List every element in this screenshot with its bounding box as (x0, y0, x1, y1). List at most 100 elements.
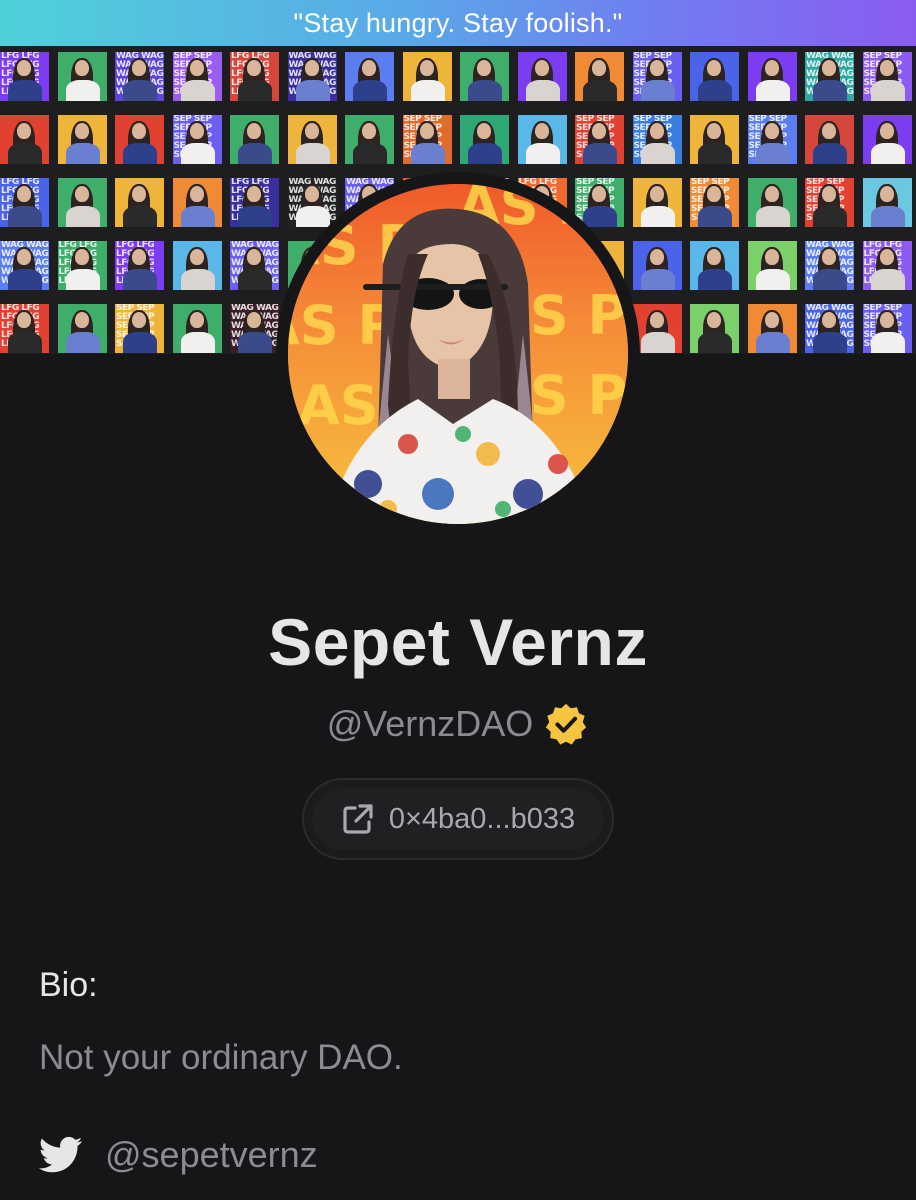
nft-tile: SEP SEP SEP SEP SEP SEP SEP SEP SEP SEP (862, 304, 912, 353)
bio-label: Bio: (39, 966, 98, 1004)
avatar-ring: AS PE AS PE AS PE AS PE AS PE AS PE (276, 172, 640, 536)
nft-tile-face (534, 60, 549, 76)
nft-tile-body (640, 80, 675, 101)
nft-tile-face (17, 60, 31, 76)
nft-tile-body (238, 332, 272, 353)
nft-tile-face (74, 312, 89, 328)
nft-tile-body (525, 80, 560, 101)
nft-tile-body (525, 143, 560, 164)
nft-tile-body (640, 143, 675, 164)
nft-tile-face (649, 123, 664, 139)
avatar-image: AS PE AS PE AS PE AS PE AS PE AS PE (288, 184, 628, 524)
nft-tile-face (132, 123, 146, 139)
nft-tile-face (132, 249, 146, 265)
display-name: Sepet Vernz (268, 605, 648, 679)
avatar[interactable]: AS PE AS PE AS PE AS PE AS PE AS PE (288, 184, 628, 524)
nft-tile: LFG LFG LFG LFG LFG LFG LFG LFG LFG LFG (230, 52, 279, 101)
nft-tile: LFG LFG LFG LFG LFG LFG LFG LFG LFG LFG (57, 241, 107, 290)
twitter-link[interactable]: @sepetvernz (39, 1130, 318, 1180)
nft-tile-face (132, 60, 146, 76)
nft-tile (862, 115, 912, 164)
nft-tile-body (870, 80, 905, 101)
nft-tile-face (879, 186, 894, 202)
nft-tile-body (123, 143, 157, 164)
nft-tile-body (123, 80, 157, 101)
nft-tile: WAG WAG WAG WAG WAG WAG WAG WAG WAG WAG (805, 241, 854, 290)
nft-tile-face (707, 60, 721, 76)
nft-tile-body (65, 143, 100, 164)
nft-tile-body (65, 206, 100, 227)
nft-tile (690, 115, 739, 164)
nft-tile: SEP SEP SEP SEP SEP SEP SEP SEP SEP SEP (172, 115, 222, 164)
nft-tile (57, 115, 107, 164)
nft-tile-body (870, 332, 905, 353)
nft-tile-face (419, 60, 434, 76)
nft-tile (57, 178, 107, 227)
wallet-address-button[interactable]: 0×4ba0...b033 (302, 778, 614, 860)
nft-tile-face (879, 249, 894, 265)
nft-tile-body (468, 80, 502, 101)
nft-tile-face (189, 60, 204, 76)
nft-tile (517, 115, 567, 164)
nft-tile-body (410, 80, 445, 101)
verified-badge-icon (546, 703, 587, 745)
nft-tile-body (755, 80, 790, 101)
nft-tile (0, 115, 49, 164)
nft-tile: SEP SEP SEP SEP SEP SEP SEP SEP SEP SEP (575, 115, 624, 164)
nft-tile-body (698, 80, 732, 101)
nft-tile-body (180, 269, 215, 290)
nft-tile-body (640, 269, 675, 290)
nft-tile-body (698, 206, 732, 227)
nft-tile: SEP SEP SEP SEP SEP SEP SEP SEP SEP SEP (402, 115, 452, 164)
nft-tile-body (65, 80, 100, 101)
nft-tile-body (813, 269, 847, 290)
nft-tile-face (649, 249, 664, 265)
nft-tile-body (698, 332, 732, 353)
nft-tile-body (583, 143, 617, 164)
nft-tile-body (640, 206, 675, 227)
nft-tile (402, 52, 452, 101)
nft-tile-body (238, 269, 272, 290)
nft-tile-face (247, 60, 261, 76)
nft-tile (287, 115, 337, 164)
nft-tile: LFG LFG LFG LFG LFG LFG LFG LFG LFG LFG (0, 178, 49, 227)
nft-tile-face (362, 123, 376, 139)
nft-tile-face (247, 312, 261, 328)
nft-tile-body (123, 206, 157, 227)
nft-tile: SEP SEP SEP SEP SEP SEP SEP SEP SEP SEP (805, 178, 854, 227)
nft-tile-face (247, 123, 261, 139)
nft-tile-face (419, 123, 434, 139)
nft-tile-body (238, 206, 272, 227)
nft-tile-body (813, 143, 847, 164)
nft-tile (747, 241, 797, 290)
nft-tile (690, 241, 739, 290)
nft-tile (172, 241, 222, 290)
nft-tile-face (764, 123, 779, 139)
nft-tile-body (180, 143, 215, 164)
nft-tile-body (8, 332, 42, 353)
nft-tile-body (65, 332, 100, 353)
nft-tile: LFG LFG LFG LFG LFG LFG LFG LFG LFG LFG (862, 241, 912, 290)
nft-tile-face (822, 186, 836, 202)
nft-tile (575, 52, 624, 101)
nft-tile-body (813, 206, 847, 227)
nft-tile-body (180, 80, 215, 101)
nft-tile-body (698, 143, 732, 164)
nft-tile-body (755, 206, 790, 227)
nft-tile-body (813, 332, 847, 353)
nft-tile (230, 115, 279, 164)
nft-tile-face (189, 249, 204, 265)
nft-tile (747, 304, 797, 353)
nft-tile (172, 178, 222, 227)
nft-tile-body (123, 332, 157, 353)
nft-tile (115, 178, 164, 227)
nft-tile-body (65, 269, 100, 290)
nft-tile-face (764, 312, 779, 328)
nft-tile-face (592, 60, 606, 76)
nft-tile-body (8, 206, 42, 227)
nft-tile (460, 115, 509, 164)
nft-tile-face (879, 123, 894, 139)
nft-tile: SEP SEP SEP SEP SEP SEP SEP SEP SEP SEP (747, 115, 797, 164)
nft-tile-body (698, 269, 732, 290)
nft-tile (345, 52, 394, 101)
